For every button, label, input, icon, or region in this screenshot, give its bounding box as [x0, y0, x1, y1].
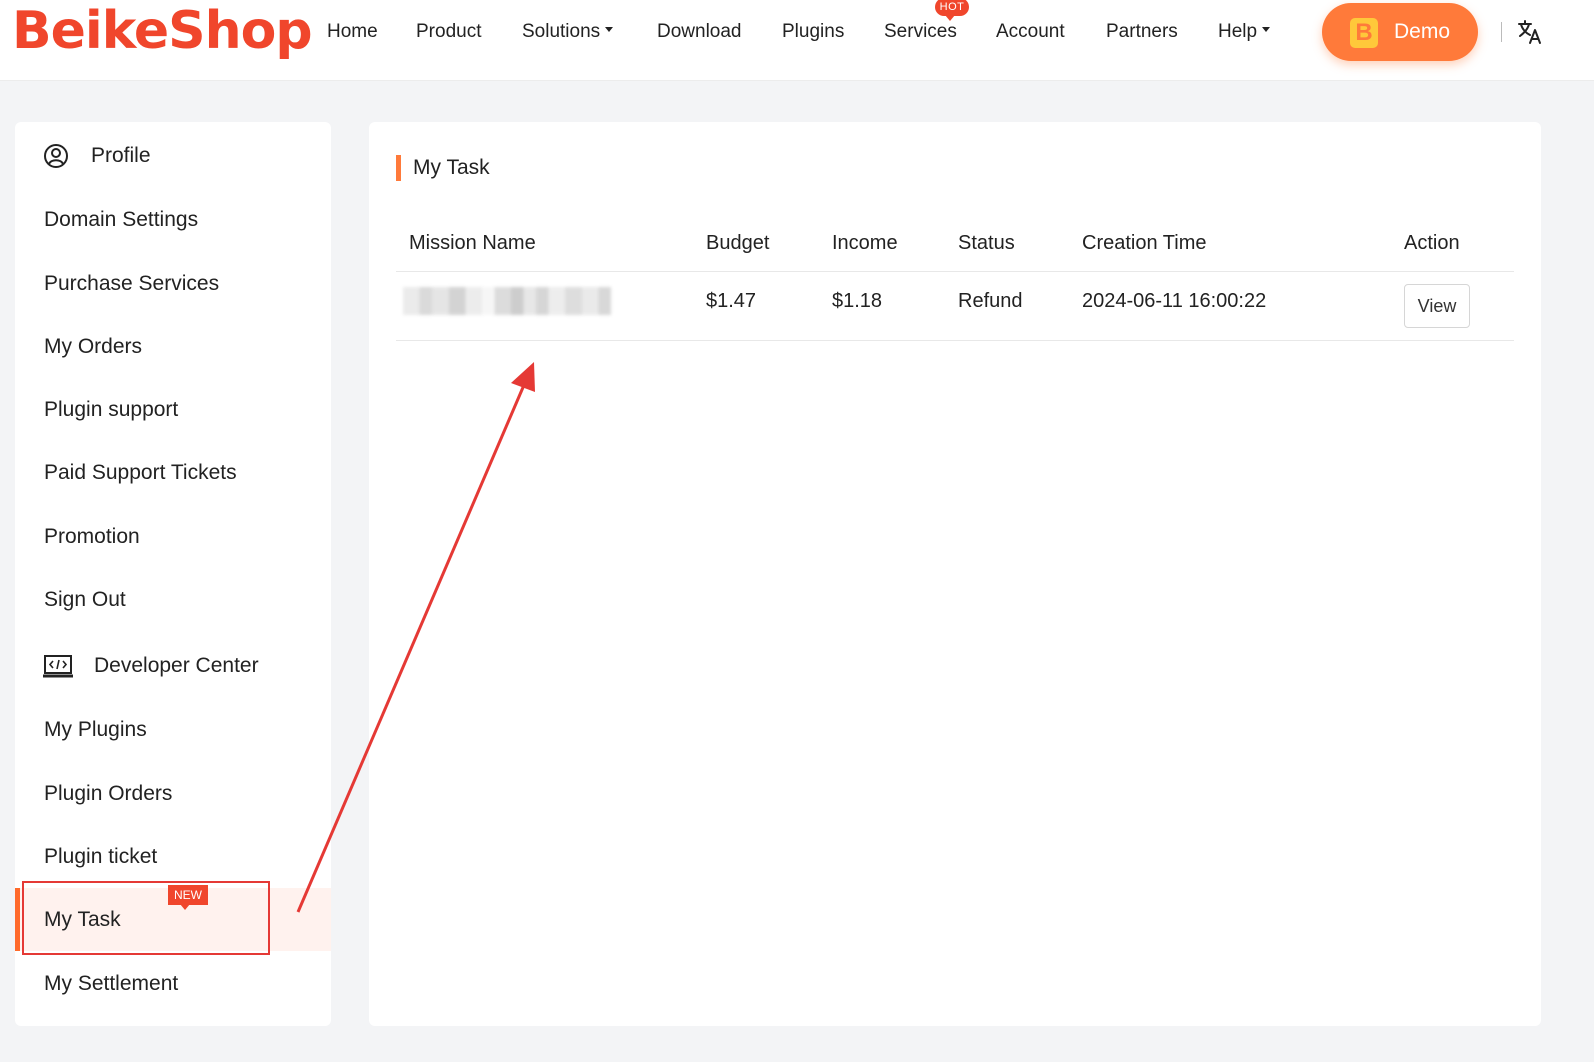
nav-plugins[interactable]: Plugins: [782, 0, 844, 64]
column-header-creation-time: Creation Time: [1082, 232, 1207, 254]
my-task-panel: My Task Mission Name Budget Income Statu…: [369, 122, 1541, 1026]
sidebar-item-label: Domain Settings: [44, 208, 199, 231]
sidebar-item-label: Sign Out: [44, 588, 126, 611]
nav-help[interactable]: Help: [1218, 0, 1271, 64]
sidebar-item-label: My Orders: [44, 335, 143, 358]
sidebar-item-domain-settings[interactable]: Domain Settings: [15, 188, 331, 251]
user-circle-icon: [44, 144, 68, 168]
account-sidebar: Profile Domain Settings Purchase Service…: [15, 122, 331, 1026]
demo-button-label: Demo: [1394, 20, 1451, 43]
column-header-income: Income: [832, 232, 898, 254]
nav-partners[interactable]: Partners: [1106, 0, 1178, 64]
demo-button[interactable]: B Demo: [1322, 3, 1478, 61]
beikeshop-logo[interactable]: BeikeShop: [12, 0, 313, 64]
sidebar-item-my-task[interactable]: My Task NEW: [15, 885, 331, 951]
sidebar-item-promotion[interactable]: Promotion: [15, 505, 331, 568]
sidebar-item-sign-out[interactable]: Sign Out: [15, 568, 331, 631]
chevron-down-icon: [1262, 27, 1271, 33]
sidebar-item-label: Promotion: [44, 525, 140, 548]
budget-cell: $1.47: [706, 290, 757, 312]
column-header-action: Action: [1404, 232, 1460, 254]
sidebar-item-label: Profile: [91, 144, 151, 167]
view-button[interactable]: View: [1404, 284, 1470, 328]
nav-divider: [1501, 22, 1502, 42]
sidebar-item-label: Paid Support Tickets: [44, 461, 237, 484]
beikeshop-b-icon: B: [1350, 18, 1378, 48]
column-header-budget: Budget: [706, 232, 770, 254]
sidebar-item-label: Plugin support: [44, 398, 179, 421]
chevron-down-icon: [605, 27, 614, 33]
sidebar-item-label: Purchase Services: [44, 272, 220, 295]
sidebar-item-label: My Plugins: [44, 718, 147, 741]
nav-download[interactable]: Download: [657, 0, 742, 64]
sidebar-item-plugin-orders[interactable]: Plugin Orders: [15, 762, 331, 825]
table-row: $1.47 $1.18 Refund 2024-06-11 16:00:22 V…: [396, 272, 1514, 341]
nav-product[interactable]: Product: [416, 0, 481, 64]
income-cell: $1.18: [832, 290, 883, 312]
translate-icon[interactable]: [1516, 18, 1544, 46]
sidebar-item-label: My Task: [44, 908, 121, 931]
creation-time-cell: 2024-06-11 16:00:22: [1082, 290, 1267, 312]
sidebar-item-my-orders[interactable]: My Orders: [15, 315, 331, 378]
sidebar-item-developer-center[interactable]: Developer Center: [15, 634, 331, 697]
sidebar-item-paid-support-tickets[interactable]: Paid Support Tickets: [15, 441, 331, 504]
sidebar-item-profile[interactable]: Profile: [15, 124, 331, 187]
status-cell: Refund: [958, 290, 1023, 312]
sidebar-item-plugin-ticket[interactable]: Plugin ticket: [15, 825, 331, 888]
column-header-mission-name: Mission Name: [409, 232, 536, 254]
nav-solutions-label: Solutions: [522, 21, 601, 42]
nav-home[interactable]: Home: [327, 0, 378, 64]
top-navigation-bar: BeikeShop Home Product Solutions Downloa…: [0, 0, 1594, 81]
table-header-row: Mission Name Budget Income Status Creati…: [396, 214, 1514, 272]
sidebar-item-my-settlement[interactable]: My Settlement: [15, 952, 331, 1015]
nav-solutions[interactable]: Solutions: [522, 0, 614, 64]
sidebar-item-plugin-support[interactable]: Plugin support: [15, 378, 331, 441]
sidebar-item-my-plugins[interactable]: My Plugins: [15, 698, 331, 761]
sidebar-item-label: Plugin ticket: [44, 845, 158, 868]
task-table: Mission Name Budget Income Status Creati…: [396, 214, 1514, 341]
new-badge: NEW: [168, 885, 208, 910]
code-monitor-icon: [43, 655, 73, 678]
mission-name-blurred: [403, 287, 611, 315]
sidebar-item-label: Developer Center: [94, 654, 259, 677]
nav-account[interactable]: Account: [996, 0, 1065, 64]
sidebar-item-label: Plugin Orders: [44, 782, 173, 805]
hot-badge: HOT: [935, 0, 969, 21]
nav-help-label: Help: [1218, 21, 1258, 42]
sidebar-item-purchase-services[interactable]: Purchase Services: [15, 252, 331, 315]
column-header-status: Status: [958, 232, 1015, 254]
sidebar-item-label: My Settlement: [44, 972, 179, 995]
page-title: My Task: [396, 155, 490, 181]
